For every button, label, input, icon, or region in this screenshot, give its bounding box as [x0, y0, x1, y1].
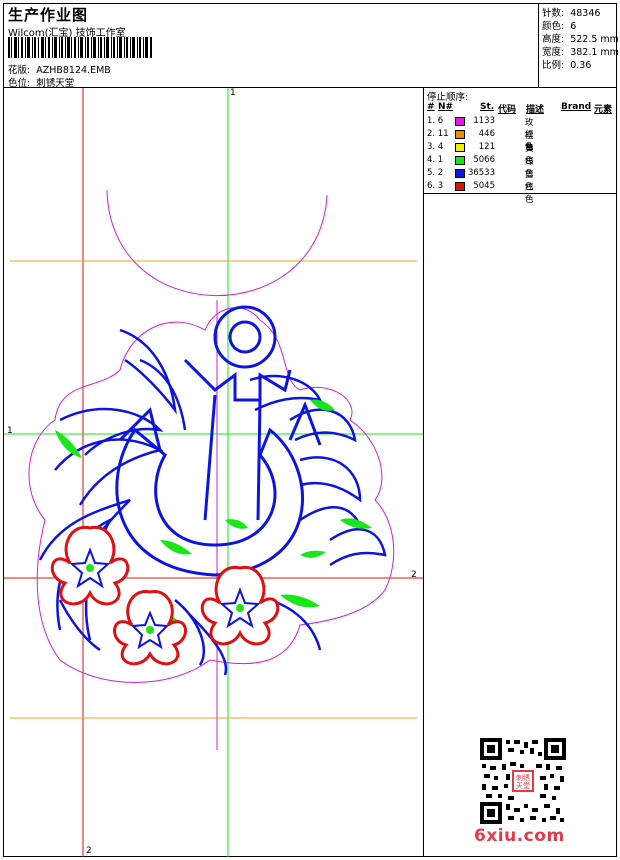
axis-label-top: 1: [230, 88, 236, 98]
svg-text:天堂: 天堂: [516, 781, 530, 790]
axis-label-bottom: 2: [86, 846, 92, 856]
flower-left: [50, 525, 130, 606]
qr-code-icon: 刺绣 天堂: [480, 738, 566, 824]
guide-lines: [4, 88, 423, 857]
axis-label-right: 2: [411, 570, 417, 580]
flower-middle: [113, 590, 187, 666]
flower-right: [200, 565, 280, 646]
svg-text:刺绣: 刺绣: [516, 773, 530, 782]
watermark-text: 6xiu.com: [474, 826, 565, 846]
embroidery-artwork: [4, 88, 423, 857]
seal-icon: 刺绣 天堂: [511, 769, 535, 793]
axis-label-left: 1: [7, 426, 13, 436]
